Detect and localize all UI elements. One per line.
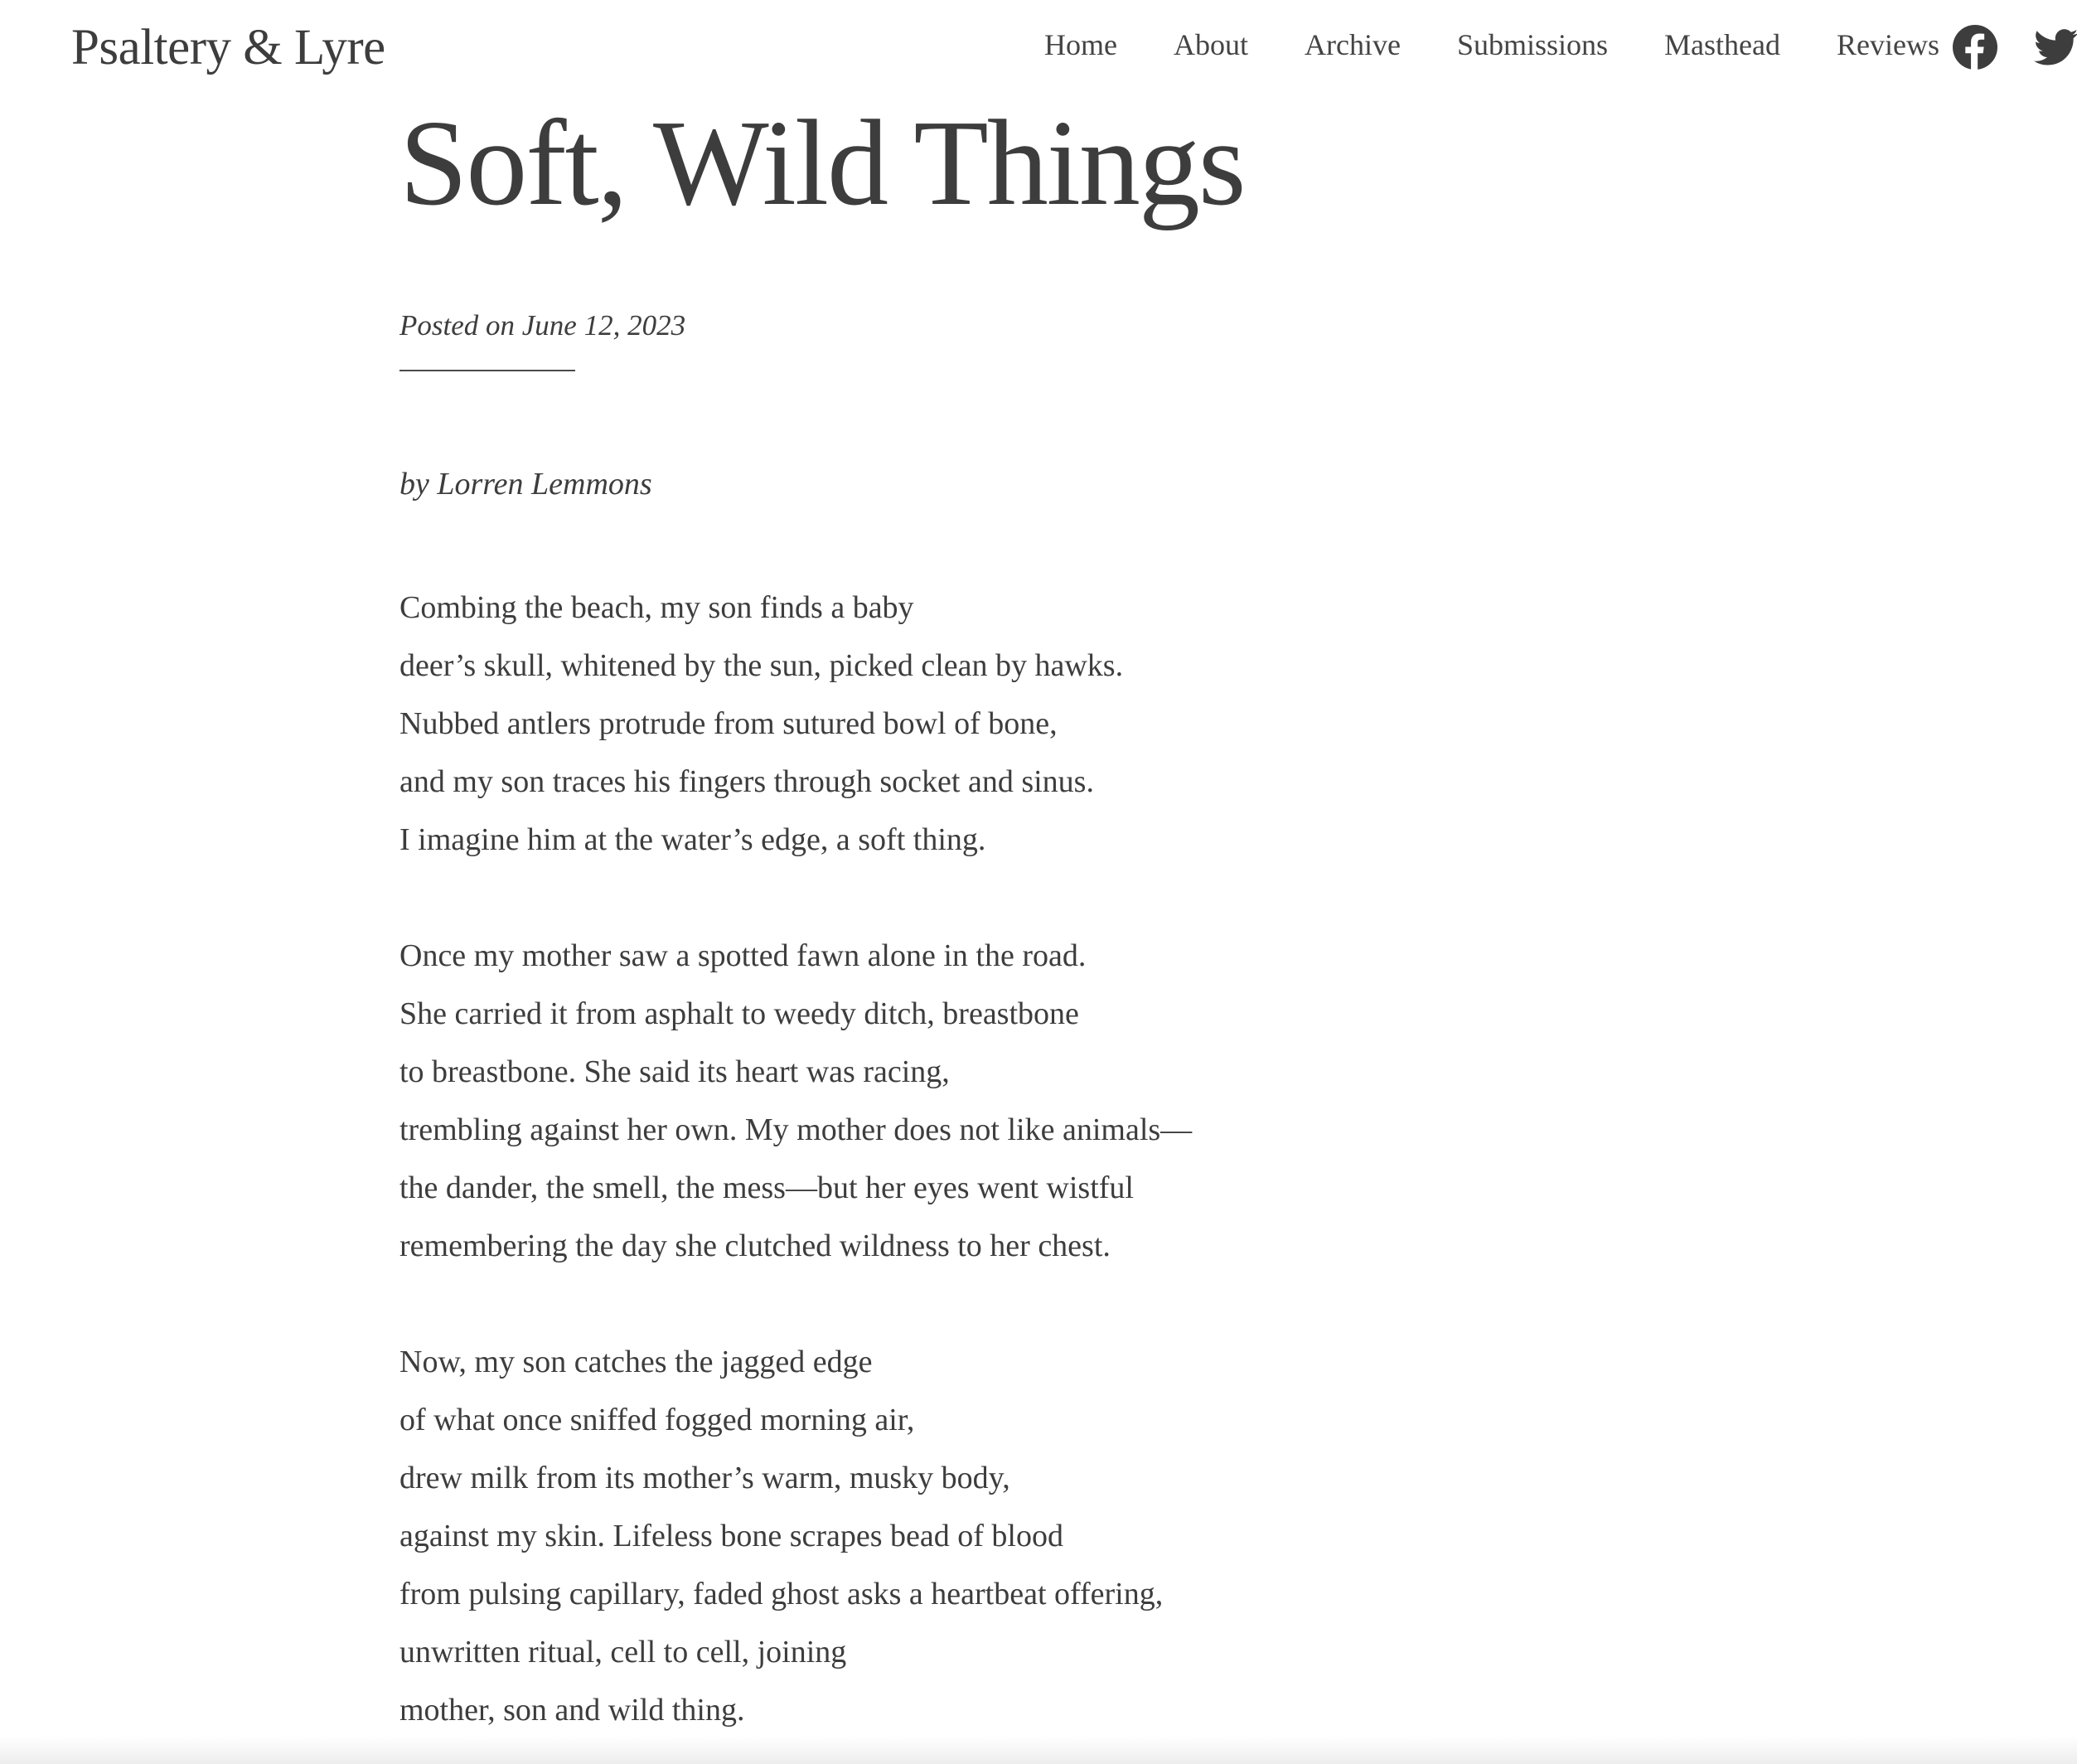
poem-stanza-1: Combing the beach, my son finds a baby d…	[399, 579, 1394, 869]
nav-item-about[interactable]: About	[1174, 22, 1248, 68]
nav-item-reviews[interactable]: Reviews	[1837, 22, 1939, 68]
nav-item-home[interactable]: Home	[1044, 22, 1117, 68]
poem-line: to breastbone. She said its heart was ra…	[399, 1054, 950, 1089]
site-title[interactable]: Psaltery & Lyre	[71, 15, 385, 81]
poem-line: remembering the day she clutched wildnes…	[399, 1228, 1111, 1263]
poem-line: I imagine him at the water’s edge, a sof…	[399, 822, 986, 857]
poem-stanza-3: Now, my son catches the jagged edge of w…	[399, 1333, 1394, 1739]
post-date: Posted on June 12, 2023	[399, 309, 686, 342]
poem-line: Combing the beach, my son finds a baby	[399, 590, 914, 625]
poem-line: and my son traces his fingers through so…	[399, 764, 1094, 799]
poem-line: mother, son and wild thing.	[399, 1693, 745, 1728]
poem-line: unwritten ritual, cell to cell, joining	[399, 1635, 847, 1670]
poem-line: of what once sniffed fogged morning air,	[399, 1403, 915, 1437]
page: Psaltery & Lyre Home About Archive Submi…	[0, 0, 2077, 1764]
poem-line: the dander, the smell, the mess—but her …	[399, 1170, 1134, 1205]
poem-line: Now, my son catches the jagged edge	[399, 1345, 873, 1379]
poem-line: She carried it from asphalt to weedy dit…	[399, 996, 1079, 1031]
meta-divider	[399, 370, 575, 371]
poem-line: drew milk from its mother’s warm, musky …	[399, 1461, 1010, 1495]
poem-line: trembling against her own. My mother doe…	[399, 1112, 1193, 1147]
poem-line: Nubbed antlers protrude from sutured bow…	[399, 706, 1058, 741]
facebook-icon[interactable]	[1953, 25, 1997, 70]
bottom-edge-shadow	[0, 1736, 2077, 1764]
post-title: Soft, Wild Things	[399, 95, 1247, 231]
poem-line: deer’s skull, whitened by the sun, picke…	[399, 648, 1124, 683]
nav-item-masthead[interactable]: Masthead	[1664, 22, 1780, 68]
post-article: Soft, Wild Things Posted on June 12, 202…	[399, 93, 1394, 1764]
nav-item-submissions[interactable]: Submissions	[1457, 22, 1608, 68]
poem-line: Once my mother saw a spotted fawn alone …	[399, 938, 1087, 973]
post-byline: by Lorren Lemmons	[399, 467, 652, 502]
poem-stanza-2: Once my mother saw a spotted fawn alone …	[399, 927, 1394, 1275]
nav-item-archive[interactable]: Archive	[1305, 22, 1401, 68]
main-nav: Home About Archive Submissions Masthead …	[1044, 22, 1939, 68]
twitter-icon[interactable]	[2034, 25, 2077, 70]
poem-line: from pulsing capillary, faded ghost asks…	[399, 1577, 1164, 1611]
social-links	[1953, 25, 2077, 70]
poem-body: Combing the beach, my son finds a baby d…	[399, 579, 1394, 1739]
poem-line: against my skin. Lifeless bone scrapes b…	[399, 1519, 1063, 1553]
